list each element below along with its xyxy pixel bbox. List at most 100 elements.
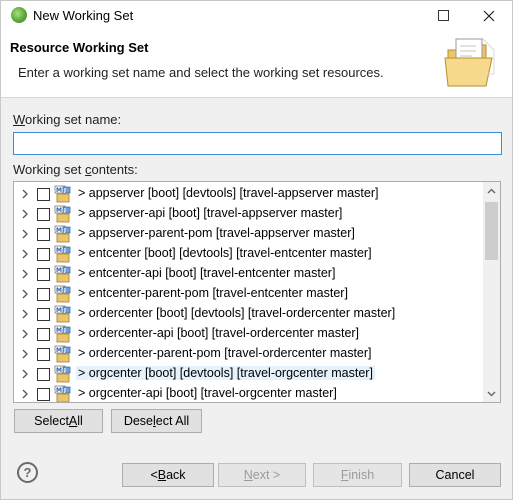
tree-item-label: > ordercenter-api [boot] [travel-orderce… — [78, 326, 360, 340]
window-title: New Working Set — [33, 8, 134, 23]
page-message: Enter a working set name and select the … — [18, 65, 384, 80]
svg-text:J: J — [63, 208, 66, 214]
expand-chevron-icon[interactable] — [19, 208, 31, 220]
svg-text:J: J — [63, 188, 66, 194]
name-label: Working set name: — [13, 112, 122, 127]
item-checkbox[interactable] — [37, 328, 50, 341]
scroll-up-button[interactable] — [483, 182, 500, 199]
tree-item[interactable]: M J > ordercenter [boot] [devtools] [trave… — [14, 304, 484, 324]
svg-text:J: J — [63, 368, 66, 374]
finish-button[interactable]: Finish — [313, 463, 402, 487]
wizard-header: Resource Working Set Enter a working set… — [0, 29, 513, 98]
folder-icon — [444, 37, 495, 87]
maven-project-icon: MJ — [54, 325, 71, 343]
tree-item-label: > orgcenter-api [boot] [travel-orgcenter… — [78, 386, 337, 400]
item-checkbox[interactable] — [37, 308, 50, 321]
item-checkbox[interactable] — [37, 268, 50, 281]
expand-chevron-icon[interactable] — [19, 308, 31, 320]
tree-item-label: > entcenter-api [boot] [travel-entcenter… — [78, 266, 336, 280]
title-bar: New Working Set — [0, 0, 513, 29]
tree-item[interactable]: M J > entcenter-api [boot] [travel-entcent… — [14, 264, 484, 284]
svg-text:M: M — [56, 187, 62, 194]
maven-project-icon: MJ — [54, 285, 71, 303]
tree-item[interactable]: M J > appserver [boot] [devtools] [travel-… — [14, 184, 484, 204]
chevron-down-icon — [487, 391, 496, 396]
svg-text:J: J — [63, 268, 66, 274]
item-checkbox[interactable] — [37, 388, 50, 401]
eclipse-spring-icon — [11, 7, 27, 23]
svg-text:M: M — [56, 267, 62, 274]
contents-label: Working set contents: — [13, 162, 138, 177]
back-button[interactable]: < Back — [122, 463, 214, 487]
expand-chevron-icon[interactable] — [19, 188, 31, 200]
expand-chevron-icon[interactable] — [19, 368, 31, 380]
svg-text:M: M — [56, 227, 62, 234]
select-all-button[interactable]: Select All — [14, 409, 103, 433]
close-icon — [483, 10, 495, 21]
maven-project-icon: MJ — [54, 185, 71, 203]
tree-item[interactable]: M J > orgcenter-api [boot] [travel-orgcent… — [14, 384, 484, 402]
maven-project-icon: MJ — [54, 265, 71, 283]
svg-text:M: M — [56, 247, 62, 254]
svg-text:J: J — [63, 308, 66, 314]
maximize-button[interactable] — [420, 1, 466, 30]
expand-chevron-icon[interactable] — [19, 328, 31, 340]
item-checkbox[interactable] — [37, 188, 50, 201]
expand-chevron-icon[interactable] — [19, 248, 31, 260]
svg-text:J: J — [63, 388, 66, 394]
tree-item-label: > appserver [boot] [devtools] [travel-ap… — [78, 186, 379, 200]
svg-text:M: M — [56, 367, 62, 374]
chevron-up-icon — [487, 188, 496, 193]
resource-tree[interactable]: M J > appserver [boot] [devtools] [travel-… — [13, 181, 501, 403]
svg-text:M: M — [56, 287, 62, 294]
tree-item-label: > orgcenter [boot] [devtools] [travel-or… — [76, 366, 375, 380]
svg-text:M: M — [56, 207, 62, 214]
working-set-name-input[interactable] — [13, 132, 502, 155]
tree-item-label: > ordercenter [boot] [devtools] [travel-… — [78, 306, 396, 320]
svg-text:M: M — [56, 347, 62, 354]
maven-project-icon: MJ — [54, 225, 71, 243]
maven-project-icon: MJ — [54, 305, 71, 323]
svg-text:M: M — [56, 327, 62, 334]
scroll-down-button[interactable] — [483, 385, 500, 402]
svg-text:J: J — [63, 288, 66, 294]
expand-chevron-icon[interactable] — [19, 228, 31, 240]
item-checkbox[interactable] — [37, 348, 50, 361]
item-checkbox[interactable] — [37, 208, 50, 221]
maven-project-icon: MJ — [54, 385, 71, 402]
tree-item[interactable]: M J > ordercenter-parent-pom [travel-order… — [14, 344, 484, 364]
tree-item[interactable]: M J > appserver-api [boot] [travel-appserv… — [14, 204, 484, 224]
tree-item-label: > ordercenter-parent-pom [travel-orderce… — [78, 346, 372, 360]
next-button[interactable]: Next > — [218, 463, 306, 487]
item-checkbox[interactable] — [37, 288, 50, 301]
tree-item[interactable]: M J > appserver-parent-pom [travel-appserv… — [14, 224, 484, 244]
vertical-scrollbar[interactable] — [483, 182, 500, 402]
tree-item[interactable]: M J > entcenter-parent-pom [travel-entcent… — [14, 284, 484, 304]
expand-chevron-icon[interactable] — [19, 268, 31, 280]
tree-item-label: > entcenter [boot] [devtools] [travel-en… — [78, 246, 372, 260]
scroll-thumb[interactable] — [485, 202, 498, 260]
tree-item[interactable]: M J > orgcenter [boot] [devtools] [travel-… — [14, 364, 484, 384]
tree-item[interactable]: M J > entcenter [boot] [devtools] [travel-… — [14, 244, 484, 264]
item-checkbox[interactable] — [37, 368, 50, 381]
maven-project-icon: MJ — [54, 345, 71, 363]
tree-item-label: > appserver-api [boot] [travel-appserver… — [78, 206, 343, 220]
svg-text:J: J — [63, 248, 66, 254]
item-checkbox[interactable] — [37, 248, 50, 261]
svg-text:M: M — [56, 387, 62, 394]
svg-text:J: J — [63, 328, 66, 334]
close-button[interactable] — [466, 1, 512, 30]
maven-project-icon: MJ — [54, 365, 71, 383]
maven-project-icon: MJ — [54, 245, 71, 263]
cancel-button[interactable]: Cancel — [409, 463, 501, 487]
tree-item[interactable]: M J > ordercenter-api [boot] [travel-order… — [14, 324, 484, 344]
expand-chevron-icon[interactable] — [19, 348, 31, 360]
item-checkbox[interactable] — [37, 228, 50, 241]
help-icon[interactable]: ? — [17, 462, 38, 483]
svg-text:J: J — [63, 228, 66, 234]
expand-chevron-icon[interactable] — [19, 288, 31, 300]
expand-chevron-icon[interactable] — [19, 388, 31, 400]
deselect-all-button[interactable]: Dese l ect All — [111, 409, 202, 433]
maximize-icon — [437, 10, 449, 21]
maven-project-icon: MJ — [54, 205, 71, 223]
